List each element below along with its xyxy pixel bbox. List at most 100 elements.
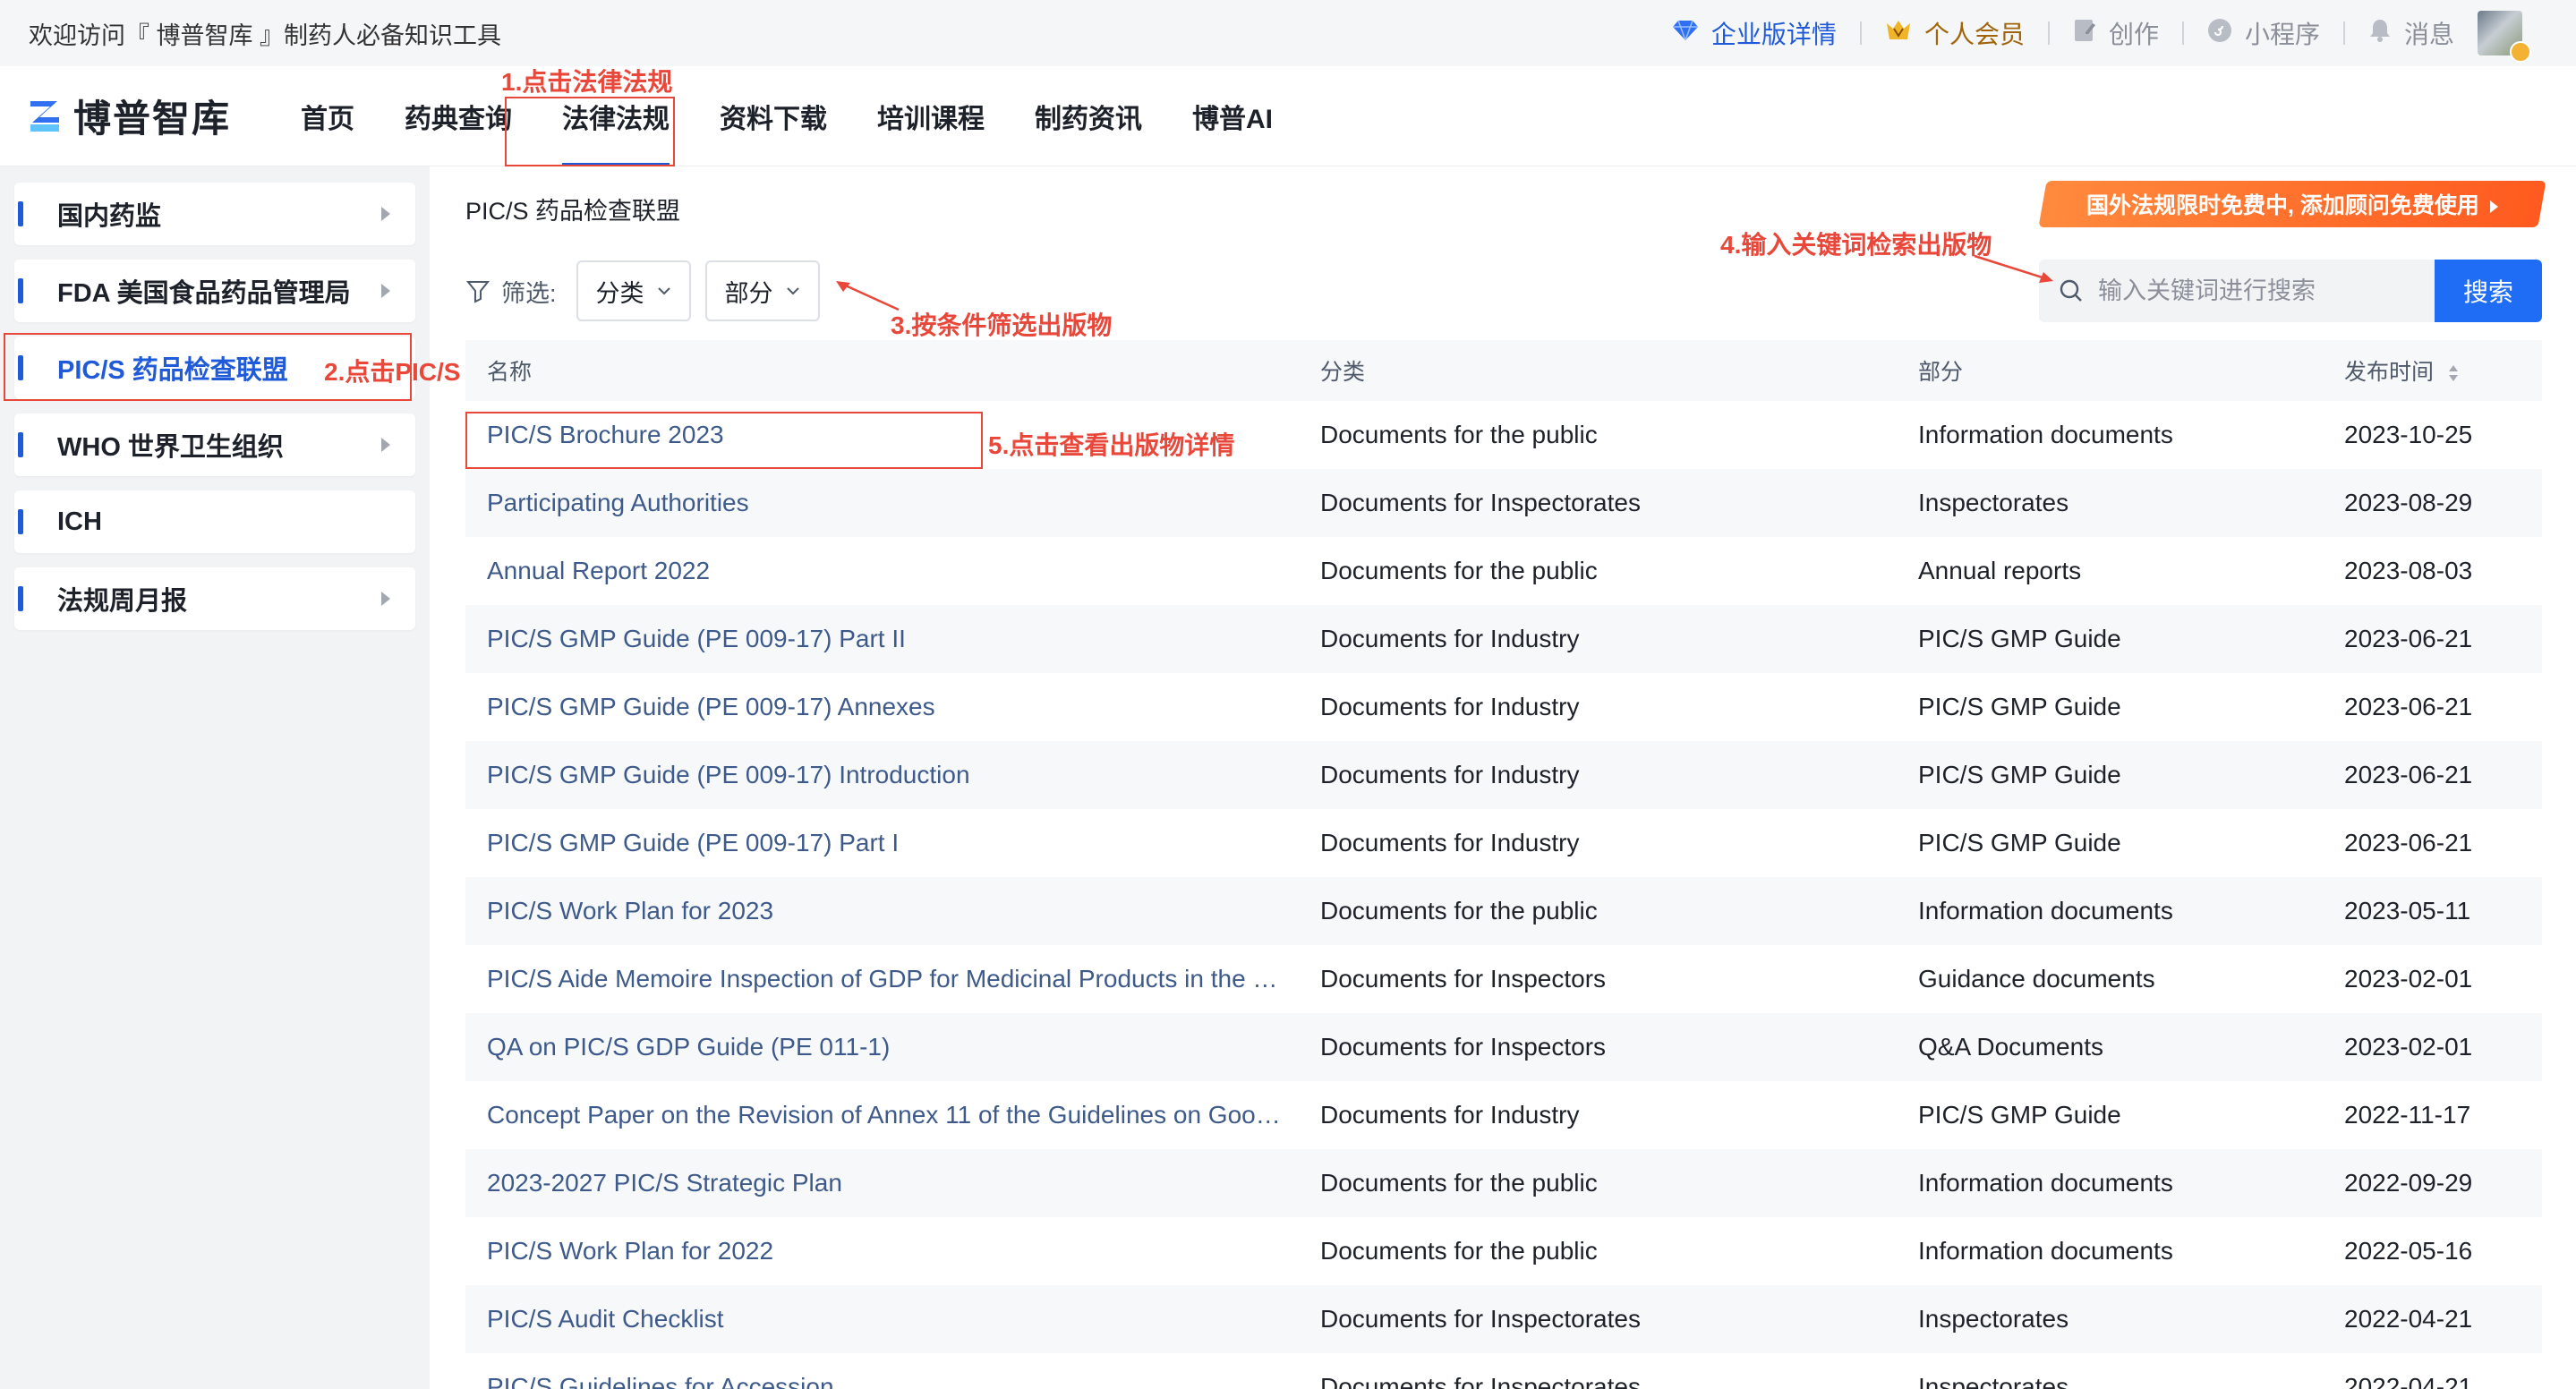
user-avatar[interactable]: [2478, 11, 2531, 63]
sidebar-marker: [18, 509, 23, 534]
publication-section: Information documents: [1918, 421, 2173, 448]
header-name: 名称: [487, 360, 533, 385]
top-utility-bar: 欢迎访问『 博普智库 』制药人必备知识工具 企业版详情 个人会员 创作 小程序 …: [0, 0, 2576, 66]
create-label: 创作: [2108, 21, 2159, 48]
table-row[interactable]: QA on PIC/S GDP Guide (PE 011-1) Documen…: [465, 1013, 2542, 1081]
vip-crown-icon: [1885, 18, 1912, 49]
divider: [1859, 21, 1862, 45]
publication-section: Information documents: [1918, 1237, 2173, 1265]
nav-ai[interactable]: 博普AI: [1167, 66, 1298, 166]
miniprogram-link[interactable]: 小程序: [2207, 15, 2320, 51]
header-date-cell[interactable]: 发布时间: [2344, 354, 2542, 387]
publication-name[interactable]: Annual Report 2022: [465, 557, 1320, 585]
table-row[interactable]: PIC/S Work Plan for 2023 Documents for t…: [465, 877, 2542, 945]
nav-home[interactable]: 首页: [276, 66, 380, 166]
table-row[interactable]: PIC/S Guidelines for Accession Documents…: [465, 1353, 2542, 1389]
search-icon: [2060, 279, 2082, 302]
publication-section: PIC/S GMP Guide: [1918, 625, 2121, 652]
caret-right-icon: [381, 438, 390, 452]
caret-right-icon: [381, 592, 390, 606]
publication-category: Documents for Inspectorates: [1320, 489, 1641, 516]
publication-name[interactable]: PIC/S Aide Memoire Inspection of GDP for…: [465, 965, 1320, 993]
miniprogram-icon: [2207, 18, 2232, 49]
publication-category: Documents for Industry: [1320, 1101, 1580, 1129]
bell-icon: [2368, 18, 2392, 49]
publication-name[interactable]: PIC/S GMP Guide (PE 009-17) Annexes: [465, 693, 1320, 721]
publication-name[interactable]: Participating Authorities: [465, 489, 1320, 517]
sidebar-marker: [18, 586, 23, 611]
publication-date: 2022-09-29: [2344, 1169, 2473, 1197]
filter-label: 筛选:: [465, 274, 557, 309]
publication-date: 2022-04-21: [2344, 1373, 2473, 1389]
sidebar-item-fda[interactable]: FDA 美国食品药品管理局: [14, 260, 415, 322]
publication-date: 2023-06-21: [2344, 625, 2473, 652]
filter-row: 筛选: 分类 部分: [465, 260, 834, 322]
sidebar-item-reports[interactable]: 法规周月报: [14, 567, 415, 630]
publication-name[interactable]: PIC/S Guidelines for Accession: [465, 1373, 1320, 1389]
nav-training[interactable]: 培训课程: [852, 66, 1010, 166]
publication-name[interactable]: PIC/S GMP Guide (PE 009-17) Part I: [465, 829, 1320, 857]
table-row[interactable]: PIC/S GMP Guide (PE 009-17) Annexes Docu…: [465, 673, 2542, 741]
publication-date: 2023-08-03: [2344, 557, 2473, 584]
sidebar-item-label: 国内药监: [57, 202, 162, 231]
create-link[interactable]: 创作: [2073, 15, 2159, 51]
table-row[interactable]: PIC/S Audit Checklist Documents for Insp…: [465, 1285, 2542, 1353]
sidebar-item-who[interactable]: WHO 世界卫生组织: [14, 413, 415, 476]
annotation-step1: 1.点击法律法规: [501, 68, 673, 96]
chevron-down-icon: [657, 287, 670, 295]
brand[interactable]: 博普智库: [27, 89, 231, 143]
publication-name[interactable]: 2023-2027 PIC/S Strategic Plan: [465, 1169, 1320, 1197]
sidebar-item-domestic[interactable]: 国内药监: [14, 183, 415, 245]
search-button[interactable]: 搜索: [2435, 260, 2542, 322]
section-select[interactable]: 部分: [704, 260, 820, 321]
brand-logo-icon: [30, 100, 59, 132]
table-row[interactable]: PIC/S Aide Memoire Inspection of GDP for…: [465, 945, 2542, 1013]
publication-name[interactable]: PIC/S GMP Guide (PE 009-17) Part II: [465, 625, 1320, 653]
publication-category: Documents for the public: [1320, 1237, 1598, 1265]
sidebar-item-label: 法规周月报: [57, 587, 188, 616]
nav-downloads[interactable]: 资料下载: [695, 66, 852, 166]
annotation-step5: 5.点击查看出版物详情: [988, 431, 1235, 459]
search-input[interactable]: [2098, 277, 2420, 305]
messages-link[interactable]: 消息: [2368, 15, 2454, 51]
table-row[interactable]: PIC/S GMP Guide (PE 009-17) Introduction…: [465, 741, 2542, 809]
publication-category: Documents for Industry: [1320, 625, 1580, 652]
vip-badge-icon: [2510, 41, 2531, 63]
publication-name[interactable]: QA on PIC/S GDP Guide (PE 011-1): [465, 1033, 1320, 1061]
table-row[interactable]: PIC/S Brochure 2023 Documents for the pu…: [465, 401, 2542, 469]
sidebar-item-label: ICH: [57, 507, 102, 536]
publication-name[interactable]: PIC/S GMP Guide (PE 009-17) Introduction: [465, 761, 1320, 789]
publication-section: Annual reports: [1918, 557, 2082, 584]
diamond-icon: [1672, 19, 1699, 48]
search-box: [2039, 260, 2435, 322]
table-row[interactable]: 2023-2027 PIC/S Strategic Plan Documents…: [465, 1149, 2542, 1217]
publication-name[interactable]: PIC/S Work Plan for 2023: [465, 897, 1320, 925]
annotation-step3: 3.按条件筛选出版物: [891, 311, 1113, 339]
publication-name[interactable]: Concept Paper on the Revision of Annex 1…: [465, 1101, 1320, 1129]
sidebar-item-ich[interactable]: ICH: [14, 490, 415, 553]
table-row[interactable]: PIC/S GMP Guide (PE 009-17) Part I Docum…: [465, 809, 2542, 877]
content-panel: PIC/S 药品检查联盟 国外法规限时免费中, 添加顾问免费使用 筛选: 分类 …: [430, 166, 2576, 1389]
enterprise-link[interactable]: 企业版详情: [1672, 15, 1837, 51]
member-label: 个人会员: [1923, 21, 2025, 48]
table-row[interactable]: Annual Report 2022 Documents for the pub…: [465, 537, 2542, 605]
member-link[interactable]: 个人会员: [1885, 15, 2025, 51]
nav-news[interactable]: 制药资讯: [1010, 66, 1167, 166]
publication-name[interactable]: PIC/S Work Plan for 2022: [465, 1237, 1320, 1265]
publication-section: Guidance documents: [1918, 965, 2155, 993]
miniprogram-label: 小程序: [2244, 21, 2320, 48]
publication-section: PIC/S GMP Guide: [1918, 829, 2121, 856]
publication-name[interactable]: PIC/S Audit Checklist: [465, 1305, 1320, 1334]
publication-category: Documents for the public: [1320, 557, 1598, 584]
promo-banner[interactable]: 国外法规限时免费中, 添加顾问免费使用: [2038, 181, 2546, 227]
table-row[interactable]: Participating Authorities Documents for …: [465, 469, 2542, 537]
promo-text: 国外法规限时免费中, 添加顾问免费使用: [2086, 193, 2479, 218]
publication-date: 2022-05-16: [2344, 1237, 2473, 1265]
table-row[interactable]: PIC/S GMP Guide (PE 009-17) Part II Docu…: [465, 605, 2542, 673]
arrow-right-icon: [2489, 200, 2498, 213]
category-select[interactable]: 分类: [576, 260, 691, 321]
publication-date: 2022-11-17: [2344, 1101, 2471, 1129]
table-row[interactable]: Concept Paper on the Revision of Annex 1…: [465, 1081, 2542, 1149]
publication-section: Inspectorates: [1918, 1373, 2069, 1389]
table-row[interactable]: PIC/S Work Plan for 2022 Documents for t…: [465, 1217, 2542, 1285]
